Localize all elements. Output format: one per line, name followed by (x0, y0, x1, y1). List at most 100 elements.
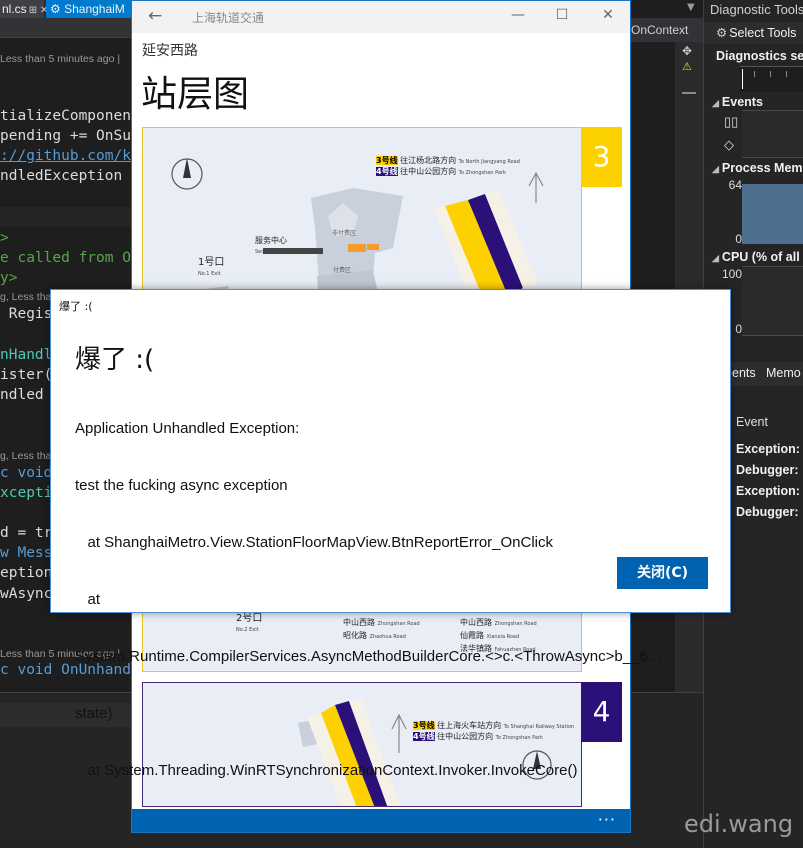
events-track[interactable] (742, 110, 803, 158)
collapse-icon: ◢ (712, 253, 719, 263)
code-line: c void (0, 465, 53, 481)
service-center-label: 服务中心 Service Center (255, 236, 292, 257)
events-header[interactable]: ◢ Events (712, 95, 763, 109)
direction-en: To North Jiangyang Road (458, 159, 520, 165)
header-label: CPU (% of all (721, 250, 800, 264)
memory-graph[interactable] (742, 184, 803, 244)
header-label: Events (721, 95, 763, 109)
timeline-cursor[interactable] (742, 69, 743, 89)
event-column-header[interactable]: Event (736, 415, 768, 429)
floor-badge-line3: 3 (581, 127, 622, 187)
message-line: Application Unhandled Exception: (75, 420, 300, 437)
diamond-icon: ◇ (724, 137, 734, 152)
warning-icon: ⚠ (682, 60, 692, 73)
vs-member-combo-right[interactable]: OnContext (631, 18, 703, 42)
paid-area-label: 付费区 (333, 267, 352, 274)
line-badge: 3号线 (376, 156, 398, 165)
codelens-text: g, Less tha (0, 450, 52, 462)
code-line: y> (0, 270, 18, 286)
tab-memory[interactable]: Memo (766, 362, 801, 384)
session-label: Diagnostics se (716, 49, 803, 63)
unpaid-area-label: 非付费区 (332, 230, 357, 237)
axis-label: 100 (721, 267, 742, 281)
gate-marker (367, 244, 379, 250)
scroll-thumb[interactable] (682, 92, 696, 94)
close-button[interactable]: 关闭(C) (617, 557, 708, 589)
event-row[interactable]: Exception: (736, 442, 800, 456)
code-line: pending += OnSu (0, 128, 131, 144)
pause-icon: ▯▯ (724, 114, 739, 129)
code-line: Regis (0, 306, 53, 322)
code-line: wAsync (0, 586, 53, 602)
message-line: at ShanghaiMetro.View.StationFloorMapVie… (75, 534, 554, 551)
app-titlebar[interactable]: ← 上海轨道交通 — ☐ ✕ (132, 1, 630, 33)
service-en: Service Center (255, 249, 292, 255)
split-icon[interactable]: ✥ (682, 44, 696, 58)
direction-label: 4号线 往中山公园方向 To Zhongshan Park (376, 167, 506, 178)
code-line: ://github.com/k (0, 148, 131, 164)
codelens[interactable]: Less than 5 minutes ago | (0, 52, 120, 66)
cpu-graph[interactable] (742, 266, 803, 336)
code-line: eption (0, 565, 53, 581)
timeline-tick (754, 71, 755, 77)
code-line: xcepti (0, 485, 53, 501)
code-line: e called from O (0, 250, 131, 266)
chevron-down-icon[interactable]: ▼ (687, 2, 695, 13)
code-line: w Mess (0, 545, 53, 561)
back-arrow-icon[interactable]: ← (148, 6, 162, 26)
line-badge: 4号线 (376, 167, 398, 176)
code-line: tializeComponen (0, 108, 131, 124)
codelens[interactable]: g, Less tha (0, 290, 51, 304)
message-line: test the fucking async exception (75, 477, 288, 494)
compass-needle (183, 158, 191, 178)
timeline-tick (770, 71, 771, 77)
dialog-heading: 爆了 :( (75, 345, 155, 375)
app-title: 上海轨道交通 (192, 11, 265, 25)
memory-header[interactable]: ◢ Process Mem (712, 161, 803, 175)
collapse-icon: ◢ (712, 164, 719, 174)
codelens-text: Less than 5 minutes ago | (0, 53, 121, 65)
direction-label: 3号线 往江杨北路方向 To North Jiangyang Road (376, 156, 520, 167)
message-line: System.Runtime.CompilerServices.AsyncMet… (75, 648, 663, 665)
maximize-icon[interactable]: ☐ (552, 7, 572, 23)
station-name: 延安西路 (142, 43, 198, 59)
code-line: ister( (0, 367, 53, 383)
code-line: > (0, 230, 9, 246)
tab-events[interactable]: ents (732, 362, 756, 384)
exit-cn: 1号口 (198, 257, 225, 268)
header-label: Process Mem (721, 161, 803, 175)
error-dialog: 爆了 :( 爆了 :( Application Unhandled Except… (50, 289, 731, 779)
vs-splitter (0, 207, 131, 227)
collapse-icon: ◢ (712, 98, 719, 108)
message-line: state) (75, 705, 113, 722)
close-icon[interactable]: ✕ (598, 7, 618, 23)
service-cn: 服务中心 (255, 236, 287, 245)
panel-title: Diagnostic Tools (710, 2, 803, 17)
direction-text: 往中山公园方向 (400, 167, 457, 176)
cpu-header[interactable]: ◢ CPU (% of all (712, 250, 800, 264)
vs-tab-strip: nl.cs ⊞ ✕ ⚙ ShanghaiM (0, 0, 131, 18)
event-row[interactable]: Exception: (736, 484, 800, 498)
timeline-tick (786, 71, 787, 77)
dialog-title: 爆了 :( (59, 300, 93, 313)
minimize-icon[interactable]: — (508, 7, 528, 23)
gate-marker (348, 244, 366, 252)
exit1-label: 1号口 No.1 Exit (198, 258, 224, 279)
codelens-text: g, Less tha (0, 291, 52, 303)
vs-member-combo[interactable] (0, 18, 131, 38)
codelens[interactable]: g, Less tha (0, 449, 51, 463)
concourse-shape (311, 188, 403, 283)
vs-combo-label: OnContext (631, 23, 689, 37)
direction-text: 往江杨北路方向 (400, 156, 457, 165)
code-line: d = tr (0, 525, 53, 541)
event-row[interactable]: Debugger: (736, 463, 799, 477)
dialog-message: Application Unhandled Exception: test th… (75, 381, 705, 818)
select-tools-button[interactable]: ⚙ Select Tools (704, 22, 803, 44)
vs-tab-app-cs[interactable]: nl.cs ⊞ ✕ (0, 0, 48, 18)
page-title: 站层图 (141, 74, 250, 115)
vs-tab-project[interactable]: ⚙ ShanghaiM (46, 0, 131, 18)
event-row[interactable]: Debugger: (736, 505, 799, 519)
code-line: nHandl (0, 347, 53, 363)
axis-label: 0 (735, 232, 742, 246)
timeline-ruler[interactable] (740, 66, 803, 92)
